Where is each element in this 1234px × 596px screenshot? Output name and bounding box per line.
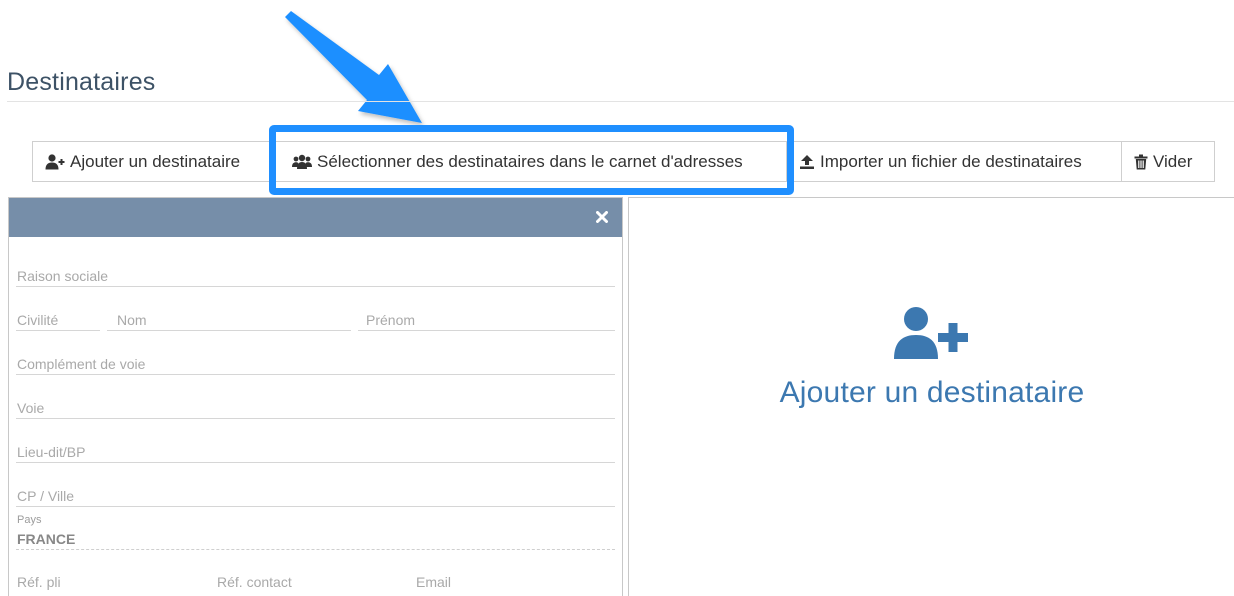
- add-recipient-large-button[interactable]: Ajouter un destinataire: [629, 198, 1234, 596]
- recipient-form-panel: Raison sociale Civilité Nom Prénom Compl…: [8, 197, 623, 596]
- voie-field[interactable]: Voie: [17, 400, 44, 416]
- import-file-label: Importer un fichier de destinataires: [820, 151, 1082, 171]
- lieu-dit-field[interactable]: Lieu-dit/BP: [17, 444, 85, 460]
- annotation-arrow: [285, 11, 422, 123]
- upload-icon: [799, 154, 815, 170]
- prenom-field[interactable]: Prénom: [366, 312, 415, 328]
- pays-underline: [16, 549, 615, 550]
- add-recipient-button[interactable]: Ajouter un destinataire: [32, 141, 270, 182]
- import-file-button[interactable]: Importer un fichier de destinataires: [786, 141, 1122, 182]
- select-from-address-book-label: Sélectionner des destinataires dans le c…: [317, 151, 743, 171]
- clear-label: Vider: [1153, 151, 1193, 171]
- add-recipient-large-label: Ajouter un destinataire: [779, 376, 1085, 409]
- cp-ville-underline: [16, 506, 615, 507]
- user-plus-icon: [894, 305, 970, 366]
- close-icon[interactable]: [594, 209, 610, 225]
- add-recipient-label: Ajouter un destinataire: [70, 151, 241, 171]
- recipients-toolbar: Ajouter un destinataire Sélectionner des…: [32, 141, 1215, 182]
- user-plus-icon: [45, 153, 65, 170]
- email-field[interactable]: Email: [416, 574, 451, 590]
- select-from-address-book-button[interactable]: Sélectionner des destinataires dans le c…: [269, 141, 787, 182]
- ref-contact-field[interactable]: Réf. contact: [217, 574, 292, 590]
- nom-underline: [107, 330, 351, 331]
- pays-select[interactable]: FRANCE: [17, 531, 75, 547]
- civilite-underline: [16, 330, 100, 331]
- voie-underline: [16, 418, 615, 419]
- ref-pli-field[interactable]: Réf. pli: [17, 574, 61, 590]
- complement-voie-field[interactable]: Complément de voie: [17, 356, 145, 372]
- form-header: [9, 198, 622, 237]
- title-divider: [7, 101, 1234, 102]
- raison-sociale-field[interactable]: Raison sociale: [17, 268, 108, 284]
- lieu-dit-underline: [16, 462, 615, 463]
- pays-label: Pays: [17, 514, 42, 526]
- users-icon: [292, 154, 312, 170]
- clear-button[interactable]: Vider: [1121, 141, 1215, 182]
- prenom-underline: [358, 330, 615, 331]
- page-title: Destinataires: [7, 68, 156, 96]
- add-recipient-panel: Ajouter un destinataire: [628, 197, 1234, 596]
- raison-sociale-underline: [16, 286, 615, 287]
- trash-icon: [1134, 154, 1148, 170]
- complement-voie-underline: [16, 374, 615, 375]
- cp-ville-field[interactable]: CP / Ville: [17, 488, 74, 504]
- nom-field[interactable]: Nom: [117, 312, 147, 328]
- civilite-field[interactable]: Civilité: [17, 312, 58, 328]
